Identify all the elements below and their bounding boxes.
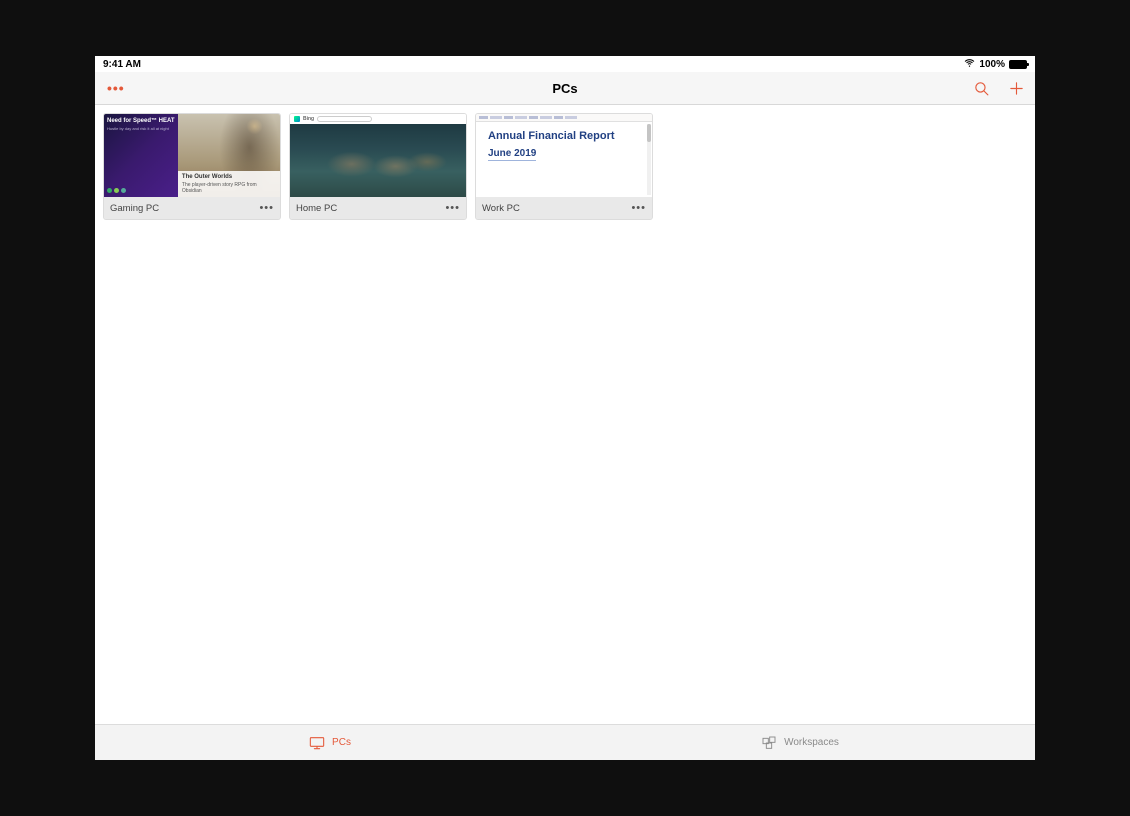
status-bar: 9:41 AM 100% (95, 56, 1035, 72)
battery-icon (1009, 60, 1027, 69)
pc-thumbnail: Bing (290, 114, 466, 197)
search-button[interactable] (973, 80, 990, 97)
wifi-icon (964, 57, 975, 71)
tab-label: Workspaces (784, 737, 839, 748)
nav-bar: ••• PCs (95, 72, 1035, 105)
thumb-text: Need for Speed™ HEAT (107, 118, 175, 125)
tab-pcs[interactable]: PCs (95, 725, 565, 760)
more-menu-button[interactable]: ••• (107, 81, 125, 95)
thumb-text: Bing (303, 116, 314, 122)
thumb-text: June 2019 (488, 148, 536, 161)
search-icon (973, 80, 990, 97)
thumb-text: The Outer Worlds (182, 174, 276, 181)
add-button[interactable] (1008, 80, 1025, 97)
status-right: 100% (964, 57, 1027, 71)
workspaces-icon (761, 736, 777, 750)
tab-bar: PCs Workspaces (95, 724, 1035, 760)
pc-more-button[interactable]: ••• (259, 202, 274, 214)
pc-thumbnail: Need for Speed™ HEAT Hustle by day and r… (104, 114, 280, 197)
pc-card-gaming[interactable]: Need for Speed™ HEAT Hustle by day and r… (103, 113, 281, 220)
thumb-text: Hustle by day and risk it all at night (107, 127, 175, 131)
monitor-icon (309, 736, 325, 750)
plus-icon (1008, 80, 1025, 97)
pc-more-button[interactable]: ••• (631, 202, 646, 214)
pc-name-label: Gaming PC (110, 203, 159, 214)
pc-grid: Need for Speed™ HEAT Hustle by day and r… (95, 105, 1035, 724)
app-window: 9:41 AM 100% ••• PCs (95, 56, 1035, 760)
status-time: 9:41 AM (103, 59, 141, 70)
thumb-text: The player-driven story RPG from Obsidia… (182, 182, 257, 194)
pc-card-footer: Gaming PC ••• (104, 197, 280, 219)
pc-name-label: Home PC (296, 203, 337, 214)
thumb-text: Annual Financial Report (488, 130, 640, 143)
tab-label: PCs (332, 737, 351, 748)
pc-card-work[interactable]: Annual Financial Report June 2019 Work P… (475, 113, 653, 220)
pc-card-footer: Work PC ••• (476, 197, 652, 219)
pc-thumbnail: Annual Financial Report June 2019 (476, 114, 652, 197)
page-title: PCs (95, 81, 1035, 96)
pc-card-home[interactable]: Bing Home PC ••• (289, 113, 467, 220)
tab-workspaces[interactable]: Workspaces (565, 725, 1035, 760)
pc-card-footer: Home PC ••• (290, 197, 466, 219)
pc-name-label: Work PC (482, 203, 520, 214)
pc-more-button[interactable]: ••• (445, 202, 460, 214)
status-battery-percent: 100% (979, 59, 1005, 70)
